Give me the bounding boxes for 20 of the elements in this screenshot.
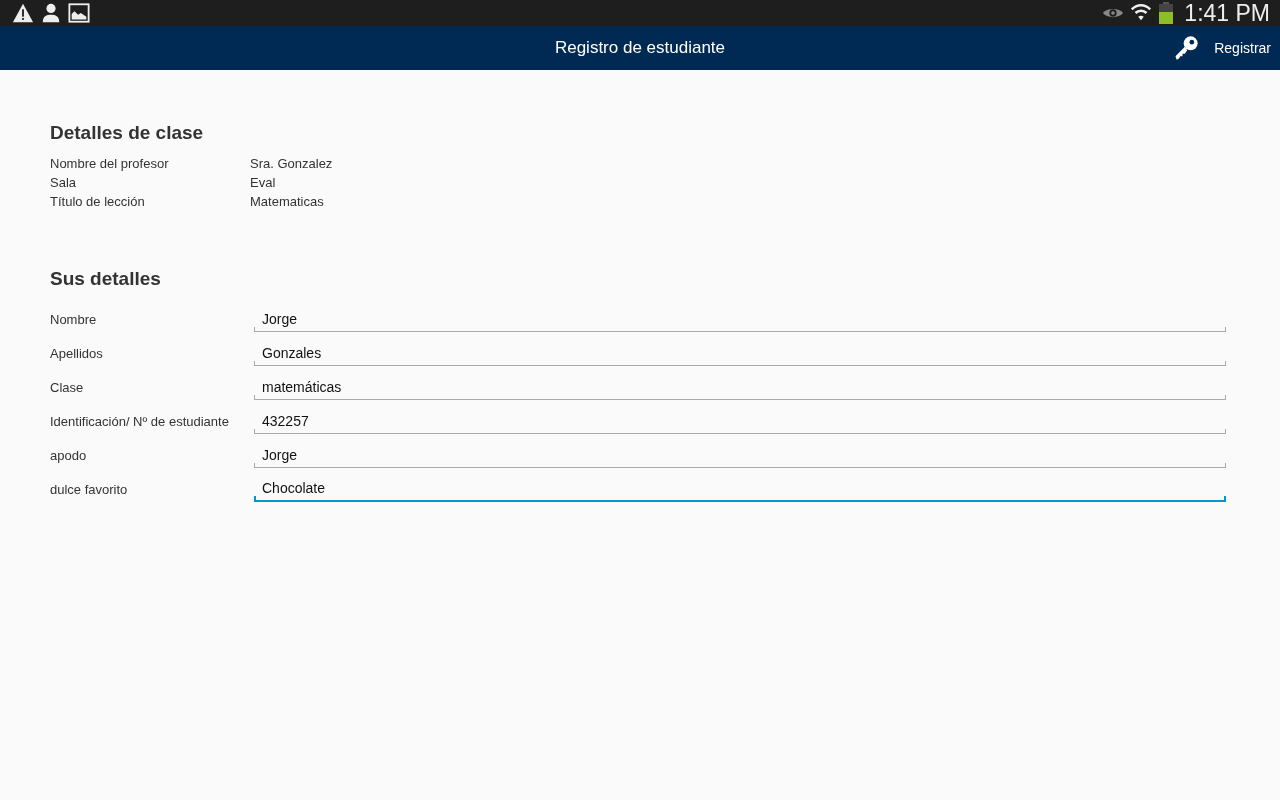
picture-icon: [68, 2, 90, 24]
field-label: apodo: [50, 447, 88, 463]
info-label: Nombre del profesor: [50, 156, 170, 172]
clock: 1:41 PM: [1184, 0, 1270, 27]
battery-icon: [1158, 2, 1175, 24]
field-label: Nombre: [50, 311, 98, 327]
info-label: Título de lección: [50, 194, 146, 210]
field-label: Identificación/ Nº de estudiante: [50, 413, 230, 429]
info-value: Matematicas: [250, 194, 325, 210]
register-button[interactable]: Registrar: [1172, 26, 1280, 70]
info-label: Sala: [50, 175, 78, 191]
info-value: Sra. Gonzalez: [250, 156, 333, 172]
field-label: Apellidos: [50, 345, 104, 361]
section-heading: Detalles de clase: [50, 122, 205, 144]
field-label: Clase: [50, 379, 85, 395]
section-heading: Sus detalles: [50, 268, 162, 290]
person-icon: [40, 2, 62, 24]
field-label: dulce favorito: [50, 481, 129, 497]
info-value: Eval: [250, 175, 277, 191]
screen-title: Registro de estudiante: [554, 38, 726, 58]
